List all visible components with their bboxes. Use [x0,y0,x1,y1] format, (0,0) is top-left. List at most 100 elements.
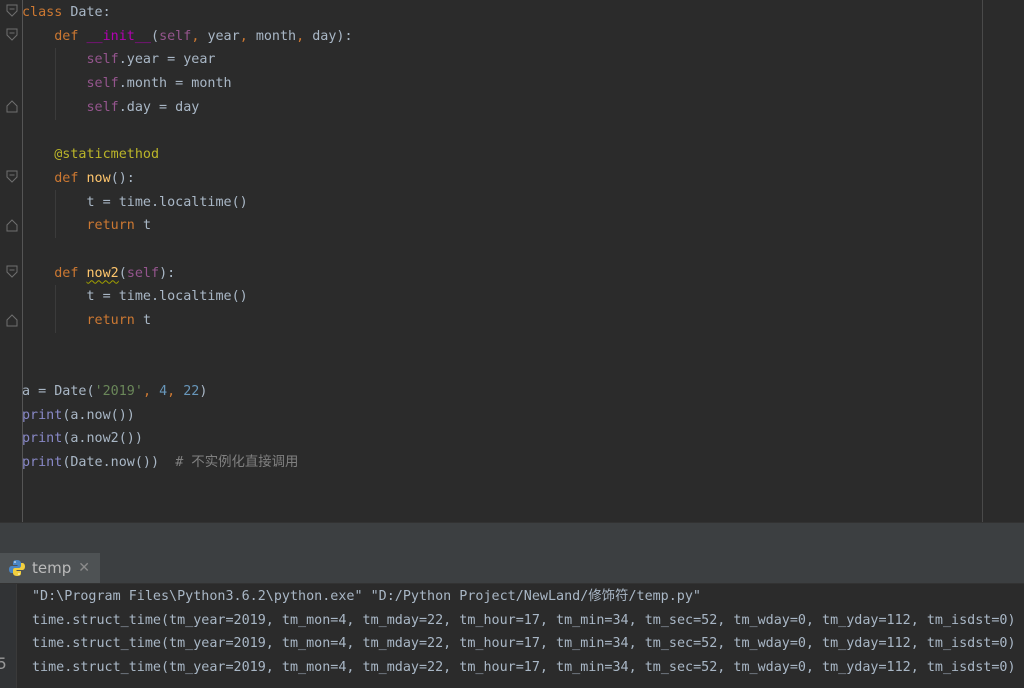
code-line[interactable]: self.day = day [22,96,353,120]
code-token: , [191,28,208,44]
code-token: __init__ [86,28,152,44]
code-line[interactable]: def now(): [22,167,353,191]
code-line[interactable]: return t [22,214,353,238]
code-token: , [167,384,184,399]
code-token: month [255,28,297,44]
code-editor[interactable]: class Date: def __init__(self, year, mon… [0,0,1024,522]
code-token: # 不实例化直接调用 [175,455,299,471]
fold-end-icon[interactable] [6,99,18,113]
python-icon [8,559,26,577]
run-console[interactable]: 5 "D:\Program Files\Python3.6.2\python.e… [0,584,1024,688]
code-token: self [86,52,119,68]
code-line[interactable]: @staticmethod [22,143,353,167]
code-token: t [142,218,151,234]
run-tab-label: temp [32,559,72,577]
code-token: t = time.localtime() [22,194,248,210]
code-token: ): [159,265,176,281]
code-line[interactable]: def __init__(self, year, month, day): [22,25,353,49]
console-output: "D:\Program Files\Python3.6.2\python.exe… [32,585,1016,680]
code-token: now [86,170,111,186]
code-text[interactable]: class Date: def __init__(self, year, mon… [22,1,353,475]
console-gutter: 5 [0,584,17,688]
code-line[interactable]: print(a.now2()) [22,427,353,451]
editor-gutter [0,0,23,522]
fold-end-icon[interactable] [6,218,18,232]
code-token: self [86,76,119,92]
code-token: ) [199,384,208,399]
code-token: .month = month [118,76,232,92]
close-icon[interactable]: ✕ [78,560,90,576]
code-token: @staticmethod [54,147,160,163]
code-token: def [54,170,87,186]
code-line[interactable]: a = Date('2019', 4, 22) [22,380,353,404]
console-line: time.struct_time(tm_year=2019, tm_mon=4,… [32,612,1016,628]
code-token: print [22,407,63,423]
code-token: (a.now2()) [62,431,143,447]
gutter-glyph: 5 [0,654,7,673]
fold-open-icon[interactable] [6,28,18,42]
fold-open-icon[interactable] [6,4,18,18]
code-token: t = time.localtime() [22,289,248,305]
code-token: print [22,455,63,471]
code-token: print [22,431,63,447]
code-token: class [22,5,71,20]
code-token: t [142,312,151,328]
code-line[interactable] [22,238,353,262]
run-tab-temp[interactable]: temp ✕ [0,553,100,583]
code-line[interactable]: return t [22,309,353,333]
fold-open-icon[interactable] [6,265,18,279]
code-token: return [86,312,143,328]
code-token: , [296,28,313,44]
console-line: time.struct_time(tm_year=2019, tm_mon=4,… [32,660,1016,676]
code-line[interactable]: self.year = year [22,48,353,72]
code-token: return [86,218,143,234]
fold-end-icon[interactable] [6,313,18,327]
code-token: now2 [86,265,119,281]
code-token: '2019' [94,384,143,399]
fold-open-icon[interactable] [6,170,18,184]
code-token: day): [312,28,353,44]
code-token: year [207,28,240,44]
code-token: def [54,28,87,44]
code-token: self [159,28,192,44]
code-token: Date: [70,5,111,20]
code-token: a = Date( [22,384,95,399]
code-token: ( [118,265,127,281]
code-line[interactable]: def now2(self): [22,262,353,286]
code-token: .year = year [118,52,216,68]
code-line[interactable] [22,333,353,357]
code-token: (): [110,170,135,186]
console-line: time.struct_time(tm_year=2019, tm_mon=4,… [32,636,1016,652]
code-token: , [142,384,160,399]
code-line[interactable] [22,119,353,143]
code-token: , [239,28,256,44]
code-token: self [86,99,119,115]
code-token: def [54,265,87,281]
code-token: .day = day [118,99,200,115]
code-token: 22 [183,384,200,399]
code-line[interactable]: t = time.localtime() [22,285,353,309]
code-token: (Date.now()) [62,455,176,471]
panel-splitter[interactable] [0,522,1024,554]
right-margin-guide [982,0,983,522]
code-line[interactable]: class Date: [22,1,353,25]
code-line[interactable]: print(a.now()) [22,404,353,428]
console-line: "D:\Program Files\Python3.6.2\python.exe… [32,589,701,604]
code-token: 4 [159,384,168,399]
code-token: (a.now()) [62,407,135,423]
code-line[interactable] [22,356,353,380]
code-line[interactable]: self.month = month [22,72,353,96]
code-token: self [126,265,160,281]
code-line[interactable]: t = time.localtime() [22,191,353,215]
code-line[interactable]: print(Date.now()) # 不实例化直接调用 [22,451,353,475]
run-tab-bar: temp ✕ [0,553,1024,584]
